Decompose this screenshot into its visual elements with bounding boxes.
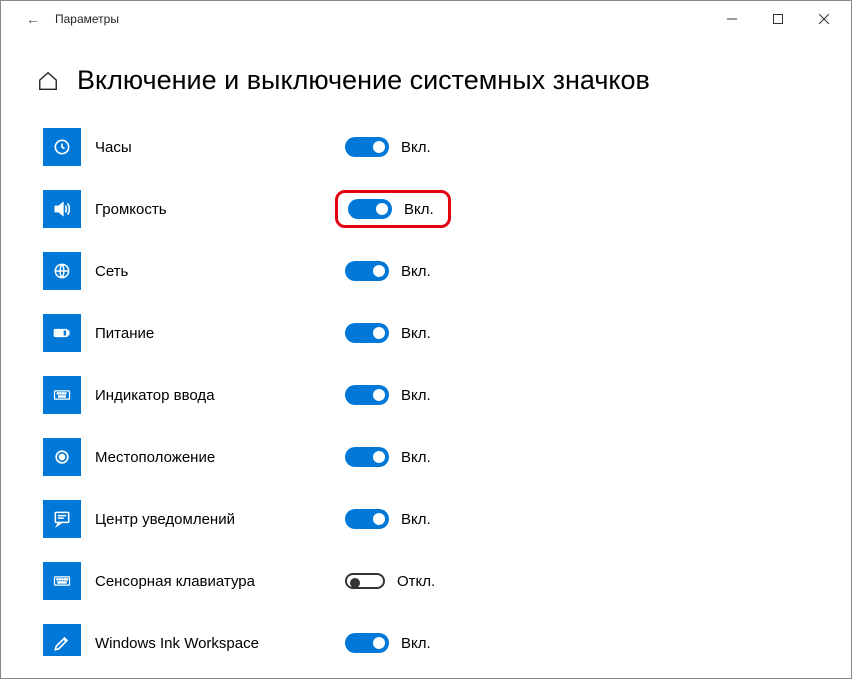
setting-label: Сеть	[95, 263, 335, 280]
setting-label: Питание	[95, 325, 335, 342]
setting-label: Часы	[95, 139, 335, 156]
setting-row-clock: Часы Вкл.	[1, 116, 851, 178]
toggle-group: Вкл.	[335, 317, 441, 349]
toggle-state-label: Вкл.	[401, 263, 431, 280]
setting-row-location: Местоположение Вкл.	[1, 426, 851, 488]
close-button[interactable]	[801, 3, 847, 35]
toggle-switch[interactable]	[348, 199, 392, 219]
toggle-state-label: Вкл.	[401, 449, 431, 466]
toggle-group: Вкл.	[335, 255, 441, 287]
toggle-switch[interactable]	[345, 261, 389, 281]
setting-label: Windows Ink Workspace	[95, 635, 335, 652]
toggle-group: Вкл.	[335, 503, 441, 535]
toggle-switch[interactable]	[345, 385, 389, 405]
setting-row-volume: Громкость Вкл.	[1, 178, 851, 240]
ink-icon	[43, 624, 81, 656]
toggle-switch[interactable]	[345, 633, 389, 653]
setting-row-power: Питание Вкл.	[1, 302, 851, 364]
toggle-state-label: Вкл.	[401, 325, 431, 342]
toggle-state-label: Вкл.	[401, 511, 431, 528]
setting-label: Сенсорная клавиатура	[95, 573, 335, 590]
settings-list[interactable]: Часы Вкл. Громкость Вкл. Сеть Вкл. Питание Вкл.…	[1, 116, 851, 656]
back-button[interactable]: ←	[17, 11, 49, 27]
toggle-state-label: Вкл.	[401, 635, 431, 652]
toggle-state-label: Откл.	[397, 573, 435, 590]
toggle-switch[interactable]	[345, 573, 385, 589]
toggle-group: Вкл.	[335, 441, 441, 473]
network-icon	[43, 252, 81, 290]
setting-row-action: Центр уведомлений Вкл.	[1, 488, 851, 550]
setting-row-ink: Windows Ink Workspace Вкл.	[1, 612, 851, 656]
setting-label: Индикатор ввода	[95, 387, 335, 404]
toggle-state-label: Вкл.	[401, 387, 431, 404]
keyboard-icon	[43, 562, 81, 600]
power-icon	[43, 314, 81, 352]
toggle-state-label: Вкл.	[404, 201, 434, 218]
toggle-group: Вкл.	[335, 627, 441, 656]
toggle-group: Вкл.	[335, 379, 441, 411]
minimize-button[interactable]	[709, 3, 755, 35]
title-bar: ← Параметры	[1, 1, 851, 37]
setting-label: Местоположение	[95, 449, 335, 466]
page-title: Включение и выключение системных значков	[77, 65, 650, 96]
setting-row-keyboard: Сенсорная клавиатура Откл.	[1, 550, 851, 612]
toggle-state-label: Вкл.	[401, 139, 431, 156]
location-icon	[43, 438, 81, 476]
toggle-switch[interactable]	[345, 447, 389, 467]
volume-icon	[43, 190, 81, 228]
toggle-group: Вкл.	[335, 190, 451, 228]
maximize-button[interactable]	[755, 3, 801, 35]
action-icon	[43, 500, 81, 538]
home-icon[interactable]	[37, 70, 59, 92]
window-title: Параметры	[49, 12, 119, 26]
clock-icon	[43, 128, 81, 166]
input-icon	[43, 376, 81, 414]
toggle-group: Откл.	[335, 567, 445, 596]
toggle-switch[interactable]	[345, 137, 389, 157]
toggle-group: Вкл.	[335, 131, 441, 163]
toggle-switch[interactable]	[345, 509, 389, 529]
setting-label: Центр уведомлений	[95, 511, 335, 528]
page-header: Включение и выключение системных значков	[1, 37, 851, 116]
setting-row-input: Индикатор ввода Вкл.	[1, 364, 851, 426]
setting-row-network: Сеть Вкл.	[1, 240, 851, 302]
toggle-switch[interactable]	[345, 323, 389, 343]
setting-label: Громкость	[95, 201, 335, 218]
